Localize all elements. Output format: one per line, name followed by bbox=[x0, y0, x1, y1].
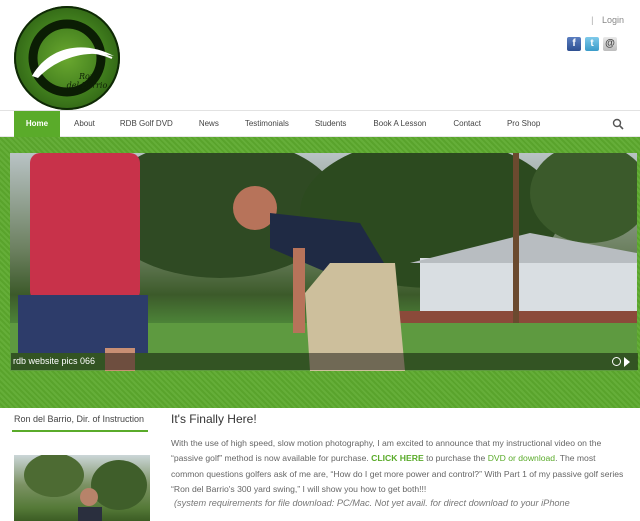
nav-item-testimonials[interactable]: Testimonials bbox=[233, 111, 302, 137]
nav-item-about[interactable]: About bbox=[60, 111, 108, 137]
search-icon[interactable] bbox=[612, 118, 624, 130]
click-here-link[interactable]: CLICK HERE bbox=[371, 453, 424, 463]
system-requirements-note: (system requirements for file download: … bbox=[174, 498, 570, 509]
sidebar-title: Ron del Barrio, Dir. of Instruction bbox=[12, 408, 148, 432]
nav-item-home[interactable]: Home bbox=[14, 111, 60, 137]
nav-item-contact[interactable]: Contact bbox=[439, 111, 495, 137]
login-link[interactable]: Login bbox=[602, 15, 624, 25]
main-nav: Home About RDB Golf DVD News Testimonial… bbox=[0, 111, 640, 137]
hero-band: rdb website pics 066 bbox=[0, 137, 640, 408]
instructor-photo bbox=[14, 455, 150, 521]
dvd-download-link[interactable]: DVD or download bbox=[488, 453, 555, 463]
nav-item-rdb-golf-dvd[interactable]: RDB Golf DVD bbox=[108, 111, 187, 137]
slider-pause-icon[interactable] bbox=[612, 357, 621, 366]
hero-slide-image[interactable] bbox=[10, 153, 637, 371]
logo-text: Ron del Barrio bbox=[66, 72, 108, 90]
top-links: | Login bbox=[591, 15, 624, 25]
nav-item-book-a-lesson[interactable]: Book A Lesson bbox=[360, 111, 439, 137]
intro-paragraph: With the use of high speed, slow motion … bbox=[171, 436, 626, 497]
social-icons: f t @ bbox=[567, 37, 617, 51]
slider-controls bbox=[612, 357, 630, 367]
twitter-icon[interactable]: t bbox=[585, 37, 599, 51]
site-header: Ron del Barrio | Login f t @ bbox=[0, 0, 640, 111]
intro-text-2: to purchase the bbox=[423, 453, 488, 464]
page-heading: It's Finally Here! bbox=[171, 412, 257, 426]
nav-item-news[interactable]: News bbox=[187, 111, 233, 137]
site-logo[interactable]: Ron del Barrio bbox=[14, 6, 120, 110]
nav-item-pro-shop[interactable]: Pro Shop bbox=[495, 111, 552, 137]
slide-caption: rdb website pics 066 bbox=[11, 353, 638, 370]
top-links-separator: | bbox=[591, 15, 594, 25]
sidebar: Ron del Barrio, Dir. of Instruction bbox=[12, 408, 148, 432]
nav-item-students[interactable]: Students bbox=[302, 111, 361, 137]
main-content: It's Finally Here! With the use of high … bbox=[171, 412, 626, 508]
email-icon[interactable]: @ bbox=[603, 37, 617, 51]
facebook-icon[interactable]: f bbox=[567, 37, 581, 51]
slider-next-icon[interactable] bbox=[624, 357, 630, 367]
